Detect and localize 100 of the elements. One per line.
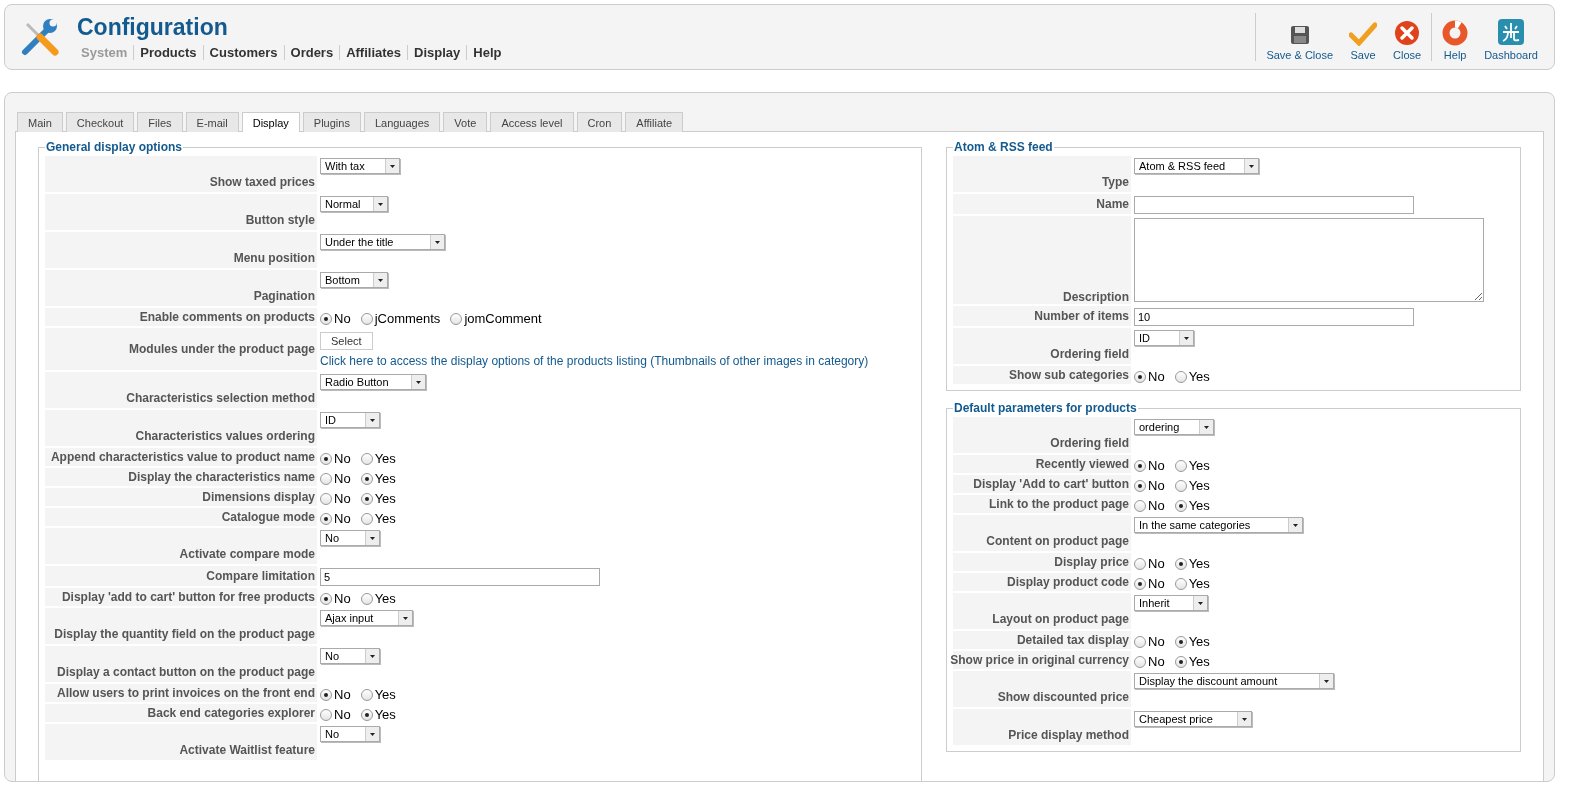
radio-option[interactable]: No: [1134, 634, 1165, 649]
radio-option[interactable]: No: [320, 311, 351, 326]
dropdown[interactable]: Atom & RSS feed: [1134, 158, 1259, 174]
radio-button[interactable]: [320, 688, 332, 701]
tab[interactable]: Languages: [363, 112, 441, 132]
nav-link[interactable]: Help: [466, 45, 508, 60]
radio-option[interactable]: No: [1134, 576, 1165, 591]
dropdown[interactable]: Under the title: [320, 234, 445, 250]
radio-button[interactable]: [1174, 655, 1187, 668]
radio-button[interactable]: [320, 472, 332, 485]
radio-button[interactable]: [320, 708, 332, 721]
display-options-link[interactable]: Click here to access the display options of the products listing (Thumbnails of other images in category): [320, 354, 869, 368]
dropdown[interactable]: Bottom: [320, 272, 388, 288]
text-field[interactable]: 10: [1134, 308, 1414, 326]
radio-option[interactable]: Yes: [1174, 654, 1210, 669]
radio-button[interactable]: [1134, 370, 1146, 383]
radio-button[interactable]: [1134, 577, 1146, 590]
dropdown[interactable]: With tax: [320, 158, 401, 174]
nav-link[interactable]: Products: [133, 45, 203, 60]
radio-option[interactable]: Yes: [360, 451, 396, 466]
radio-button[interactable]: [360, 472, 373, 485]
dropdown[interactable]: No: [320, 648, 380, 664]
radio-button[interactable]: [1174, 459, 1187, 472]
text-area[interactable]: [1134, 218, 1484, 302]
radio-button[interactable]: [320, 452, 332, 465]
radio-button[interactable]: [1134, 557, 1146, 570]
radio-button[interactable]: [360, 688, 373, 701]
nav-link[interactable]: Orders: [283, 45, 340, 60]
dropdown[interactable]: Normal: [320, 196, 388, 212]
radio-option[interactable]: No: [1134, 478, 1165, 493]
radio-button[interactable]: [1134, 655, 1146, 668]
tab[interactable]: Checkout: [65, 112, 135, 132]
radio-option[interactable]: No: [320, 687, 351, 702]
radio-button[interactable]: [1174, 635, 1187, 648]
dropdown[interactable]: Cheapest price: [1134, 711, 1253, 727]
dropdown[interactable]: ID: [320, 412, 380, 428]
tab[interactable]: Main: [17, 112, 63, 132]
radio-option[interactable]: Yes: [360, 471, 396, 486]
radio-option[interactable]: jomComment: [450, 311, 542, 326]
radio-button[interactable]: [320, 512, 332, 525]
radio-option[interactable]: Yes: [1174, 458, 1210, 473]
radio-button[interactable]: [360, 312, 373, 325]
toolbar-button[interactable]: Help: [1434, 20, 1477, 61]
radio-button[interactable]: [360, 708, 373, 721]
text-field[interactable]: 5: [320, 568, 600, 586]
radio-button[interactable]: [320, 312, 332, 325]
radio-button[interactable]: [1174, 370, 1187, 383]
radio-button[interactable]: [450, 312, 463, 325]
dropdown[interactable]: No: [320, 726, 380, 742]
radio-button[interactable]: [1174, 499, 1187, 512]
tab[interactable]: Files: [137, 112, 183, 132]
radio-button[interactable]: [1134, 479, 1146, 492]
radio-button[interactable]: [360, 592, 373, 605]
tab[interactable]: Display: [241, 112, 300, 132]
radio-option[interactable]: Yes: [1174, 369, 1210, 384]
radio-option[interactable]: Yes: [360, 491, 396, 506]
dropdown[interactable]: Ajax input: [320, 610, 413, 626]
radio-button[interactable]: [1134, 459, 1146, 472]
nav-link[interactable]: Affiliates: [339, 45, 408, 60]
radio-option[interactable]: Yes: [1174, 576, 1210, 591]
tab[interactable]: Cron: [576, 112, 623, 132]
toolbar-button[interactable]: Save: [1341, 22, 1386, 61]
radio-option[interactable]: jComments: [360, 311, 441, 326]
select-button[interactable]: Select: [320, 332, 373, 350]
tab[interactable]: E-mail: [185, 112, 239, 132]
radio-option[interactable]: Yes: [1174, 478, 1210, 493]
radio-option[interactable]: No: [320, 591, 351, 606]
tab[interactable]: Vote: [443, 112, 488, 132]
radio-option[interactable]: No: [320, 707, 351, 722]
radio-button[interactable]: [1174, 557, 1187, 570]
radio-option[interactable]: No: [320, 471, 351, 486]
radio-option[interactable]: Yes: [360, 511, 396, 526]
radio-option[interactable]: No: [320, 491, 351, 506]
radio-option[interactable]: No: [1134, 498, 1165, 513]
tab[interactable]: Affiliate: [625, 112, 684, 132]
radio-option[interactable]: No: [1134, 654, 1165, 669]
radio-option[interactable]: Yes: [360, 591, 396, 606]
radio-button[interactable]: [1174, 479, 1187, 492]
dropdown[interactable]: ordering: [1134, 419, 1215, 435]
nav-link[interactable]: Customers: [202, 45, 284, 60]
radio-option[interactable]: No: [320, 451, 351, 466]
dropdown[interactable]: Radio Button: [320, 374, 426, 390]
nav-link[interactable]: Display: [407, 45, 467, 60]
dropdown[interactable]: Display the discount amount: [1134, 673, 1335, 689]
dropdown[interactable]: In the same categories: [1134, 517, 1303, 533]
radio-button[interactable]: [320, 592, 332, 605]
radio-button[interactable]: [360, 492, 373, 505]
radio-button[interactable]: [320, 492, 332, 505]
radio-button[interactable]: [1134, 635, 1146, 648]
toolbar-button[interactable]: Close: [1385, 20, 1430, 61]
dropdown[interactable]: Inherit: [1134, 595, 1209, 611]
radio-button[interactable]: [360, 512, 373, 525]
dropdown[interactable]: No: [320, 530, 380, 546]
toolbar-button[interactable]: Dashboard: [1476, 18, 1546, 61]
radio-button[interactable]: [1174, 577, 1187, 590]
dropdown[interactable]: ID: [1134, 330, 1194, 346]
radio-option[interactable]: No: [1134, 369, 1165, 384]
radio-option[interactable]: No: [1134, 458, 1165, 473]
radio-button[interactable]: [1134, 499, 1146, 512]
radio-option[interactable]: Yes: [1174, 556, 1210, 571]
